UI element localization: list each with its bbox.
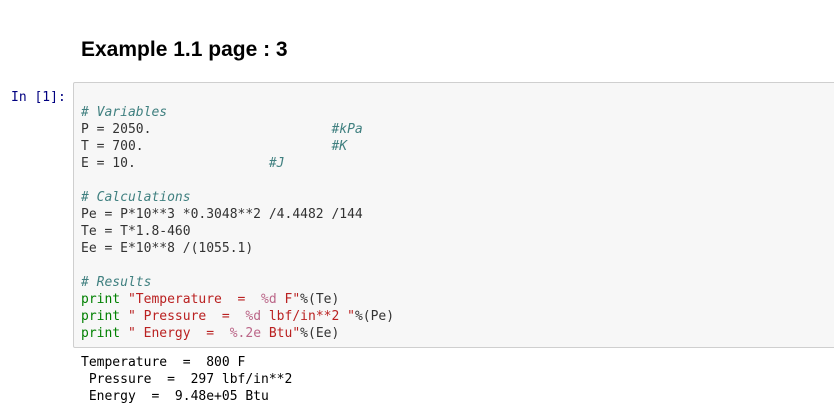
code-token-plain: P = 2050. <box>81 122 332 137</box>
output-line: Energy = 9.48e+05 Btu <box>81 389 269 404</box>
cell-output: Temperature = 800 F Pressure = 297 lbf/i… <box>81 354 292 405</box>
output-line: Temperature = 800 F <box>81 355 246 370</box>
code-token-plain: Te = T*1.8-460 <box>81 224 191 239</box>
code-token-plain: T = 700. <box>81 139 332 154</box>
input-prompt: In [1]: <box>11 90 66 105</box>
code-token-plain: %(Ee) <box>300 326 340 341</box>
code-line: # Variables <box>81 104 394 121</box>
code-line: # Results <box>81 274 394 291</box>
code-token-plain: %(Pe) <box>354 309 395 324</box>
code-line: Ee = E*10**8 /(1055.1) <box>81 240 394 257</box>
code-token-string: lbf/in**2 " <box>261 309 355 324</box>
code-token-string: "Temperature = <box>127 292 262 307</box>
code-line: Te = T*1.8-460 <box>81 223 394 240</box>
code-line: print " Energy = %.2e Btu"%(Ee) <box>81 325 394 342</box>
code-token-plain: Ee = E*10**8 /(1055.1) <box>81 241 254 256</box>
code-line: # Calculations <box>81 189 394 206</box>
code-token-string: F" <box>276 292 301 307</box>
code-token-comment: # Variables <box>81 105 168 120</box>
output-line: Pressure = 297 lbf/in**2 <box>81 372 293 387</box>
code-line: T = 700. #K <box>81 138 394 155</box>
code-token-keyword: print <box>81 292 121 307</box>
code-token-interp: %d <box>245 309 262 324</box>
code-token-comment: #K <box>331 139 348 154</box>
code-line: Pe = P*10**3 *0.3048**2 /4.4482 /144 <box>81 206 394 223</box>
code-line: P = 2050. #kPa <box>81 121 394 138</box>
code-block[interactable]: # Variables P = 2050. #kPa T = 700. #K E = … <box>81 104 394 342</box>
code-token-comment: #J <box>268 156 285 171</box>
code-token-interp: %d <box>261 292 277 307</box>
code-token-plain: %(Te) <box>300 292 340 307</box>
code-token-string: Btu" <box>261 326 301 341</box>
code-line: print "Temperature = %d F"%(Te) <box>81 291 394 308</box>
code-token-keyword: print <box>81 309 121 324</box>
code-token-comment: # Results <box>81 275 152 290</box>
code-line: E = 10. #J <box>81 155 394 172</box>
code-token-plain: Pe = P*10**3 *0.3048**2 /4.4482 /144 <box>81 207 363 222</box>
code-token-comment: #kPa <box>331 122 363 137</box>
code-line: print " Pressure = %d lbf/in**2 "%(Pe) <box>81 308 394 325</box>
code-token-keyword: print <box>81 326 121 341</box>
code-token-interp: %.2e <box>229 326 262 341</box>
code-token-string: " Energy = <box>127 326 230 341</box>
code-token-plain: E = 10. <box>81 156 269 171</box>
code-token-string: " Pressure = <box>127 309 246 324</box>
code-token-comment: # Calculations <box>81 190 191 205</box>
example-heading: Example 1.1 page : 3 <box>81 38 288 61</box>
